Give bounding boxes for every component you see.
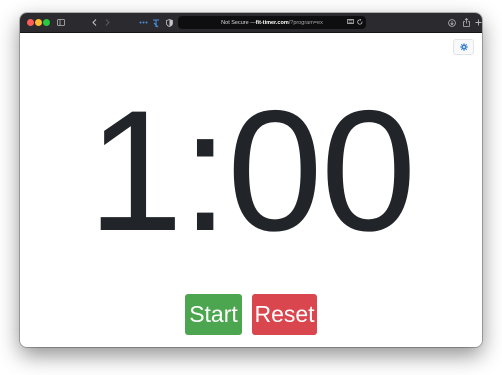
shield-icon[interactable] [165, 16, 174, 29]
close-window-button[interactable] [27, 19, 34, 26]
reader-icon[interactable] [347, 19, 354, 26]
browser-window: Not Secure — fit-timer.com /?program=ex [20, 13, 482, 347]
back-icon[interactable] [90, 16, 98, 29]
share-icon[interactable] [461, 16, 471, 29]
extensions-icon[interactable] [138, 16, 148, 29]
maximize-window-button[interactable] [43, 19, 50, 26]
address-bar[interactable]: Not Secure — fit-timer.com /?program=ex [178, 16, 366, 29]
download-icon[interactable] [447, 16, 457, 29]
address-bar-actions [347, 16, 363, 29]
reload-icon[interactable] [357, 18, 363, 27]
url-domain: fit-timer.com [255, 19, 289, 26]
sidebar-icon[interactable] [56, 16, 66, 29]
settings-button[interactable] [453, 39, 474, 55]
page-content: 1:00 Start Reset [20, 33, 482, 347]
url-path: /?program=ex [288, 19, 323, 26]
translate-extension-icon[interactable] [151, 16, 161, 29]
browser-toolbar: Not Secure — fit-timer.com /?program=ex [20, 13, 482, 33]
minimize-window-button[interactable] [35, 19, 42, 26]
forward-icon[interactable] [103, 16, 111, 29]
new-tab-icon[interactable] [474, 16, 482, 29]
timer-display: 1:00 [87, 75, 417, 267]
reset-button[interactable]: Reset [252, 294, 317, 335]
start-button[interactable]: Start [185, 294, 242, 335]
url-security-label: Not Secure — [221, 19, 256, 26]
gear-icon [459, 38, 468, 56]
